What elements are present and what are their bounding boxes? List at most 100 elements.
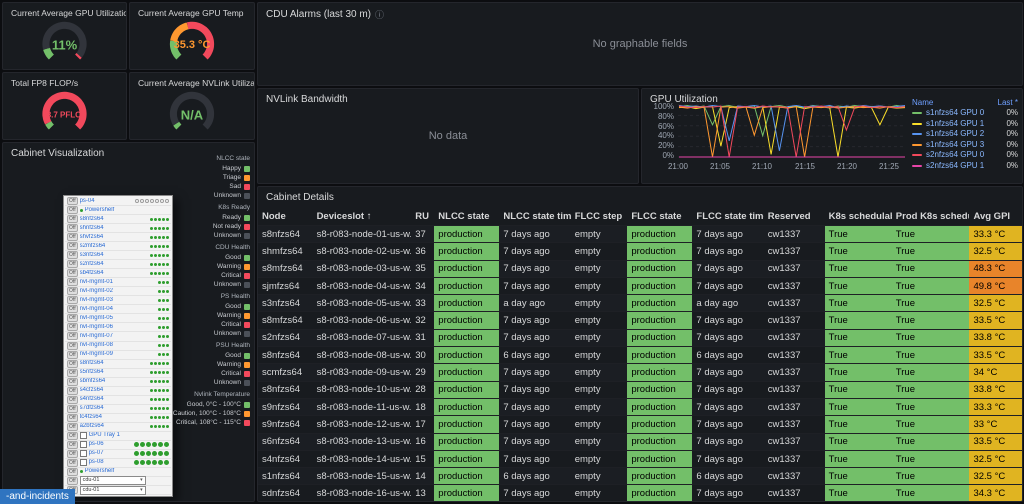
power-toggle[interactable]: Off <box>67 305 78 313</box>
rack-item-link[interactable]: nvl-mgmt-05 <box>80 315 156 322</box>
series-name[interactable]: s2nfzs64 GPU 0 <box>926 150 1002 161</box>
cell-link[interactable]: s8mfzs64 <box>258 312 313 329</box>
rack-item-link[interactable]: Powershelf <box>85 207 169 214</box>
power-toggle[interactable]: Off <box>67 278 78 286</box>
power-toggle[interactable]: Off <box>67 423 78 431</box>
rack-item-link[interactable]: s3nfzs64 <box>80 252 148 259</box>
rack-item-link[interactable]: s2nfzs64 <box>80 261 148 268</box>
power-toggle[interactable]: Off <box>67 369 78 377</box>
power-toggle[interactable]: Off <box>67 450 78 458</box>
power-toggle[interactable]: Off <box>67 441 78 449</box>
time-series-plot[interactable] <box>678 102 906 160</box>
power-toggle[interactable]: Off <box>67 396 78 404</box>
rack-item-link[interactable]: sb4fzs64 <box>80 270 148 277</box>
power-toggle[interactable]: Off <box>67 342 78 350</box>
legend-series-row[interactable]: s1nfzs64 GPU 20% <box>912 129 1018 140</box>
legend-name-header[interactable]: Name <box>912 98 933 107</box>
power-toggle[interactable]: Off <box>67 360 78 368</box>
rack-item-link[interactable]: ps-04 <box>80 198 133 205</box>
legend-item[interactable]: Sad <box>168 182 250 191</box>
legend-item[interactable]: Unknown <box>168 231 250 240</box>
power-toggle[interactable]: Off <box>67 414 78 422</box>
power-toggle[interactable]: Off <box>67 459 78 467</box>
info-icon[interactable]: ⓘ <box>375 8 384 21</box>
power-toggle[interactable]: Off <box>67 260 78 268</box>
power-toggle[interactable]: Off <box>67 477 78 485</box>
rack-item-link[interactable]: ps-07 <box>89 450 132 457</box>
cell-link[interactable]: s8nfzs64 <box>258 226 313 243</box>
power-toggle[interactable]: Off <box>67 269 78 277</box>
checkbox[interactable] <box>80 441 87 448</box>
rack-item-link[interactable]: GPU Tray 1 <box>89 432 169 439</box>
power-toggle[interactable]: Off <box>67 323 78 331</box>
column-header[interactable]: NLCC state time <box>499 207 570 226</box>
rack-item-link[interactable]: ps-08 <box>89 459 132 466</box>
column-header[interactable]: NLCC state <box>434 207 499 226</box>
cell-link[interactable]: s8mfzs64 <box>258 260 313 277</box>
legend-item[interactable]: Happy <box>168 164 250 173</box>
power-toggle[interactable]: Off <box>67 432 78 440</box>
legend-item[interactable]: Good <box>168 253 250 262</box>
cell-link[interactable]: scmfzs64 <box>258 364 313 381</box>
power-toggle[interactable]: Off <box>67 215 78 223</box>
legend-item[interactable]: Not ready <box>168 222 250 231</box>
legend-item[interactable]: Triage <box>168 173 250 182</box>
cell-link[interactable]: s4nfzs64 <box>258 450 313 467</box>
column-header[interactable]: Deviceslot ↑ <box>313 207 412 226</box>
legend-item[interactable]: Unknown <box>168 191 250 200</box>
legend-item[interactable]: Warning <box>168 311 250 320</box>
cell-link[interactable]: s8nfzs64 <box>258 381 313 398</box>
legend-item[interactable]: Unknown <box>168 329 250 338</box>
legend-series-row[interactable]: s1nfzs64 GPU 10% <box>912 119 1018 130</box>
power-toggle[interactable]: Off <box>67 296 78 304</box>
rack-item-link[interactable]: s8nfzs64 <box>80 360 148 367</box>
rack-item-link[interactable]: nvl-mgmt-01 <box>80 279 156 286</box>
cell-link[interactable]: s9nfzs64 <box>258 416 313 433</box>
legend-item[interactable]: Critical, 108°C - 115°C <box>168 418 250 427</box>
legend-item[interactable]: Good, 0°C - 100°C <box>168 400 250 409</box>
legend-series-row[interactable]: s2nfzs64 GPU 00% <box>912 150 1018 161</box>
column-header[interactable]: Avg GPI <box>969 207 1022 226</box>
rack-item-link[interactable]: nvl-mgmt-03 <box>80 297 156 304</box>
power-toggle[interactable]: Off <box>67 251 78 259</box>
cell-link[interactable]: s6nfzs64 <box>258 433 313 450</box>
cell-link[interactable]: s3nfzs64 <box>258 295 313 312</box>
power-toggle[interactable]: Off <box>67 332 78 340</box>
rack-item-link[interactable]: nvl-mgmt-07 <box>80 333 156 340</box>
legend-item[interactable]: Warning <box>168 360 250 369</box>
column-header[interactable]: Node <box>258 207 313 226</box>
status-link[interactable]: -and-incidents <box>0 489 75 504</box>
rack-item-link[interactable]: nvl-mgmt-04 <box>80 306 156 313</box>
column-header[interactable]: K8s schedulable <box>825 207 892 226</box>
power-toggle[interactable]: Off <box>67 197 78 205</box>
legend-item[interactable]: Ready <box>168 213 250 222</box>
column-header[interactable]: FLCC state time <box>692 207 763 226</box>
rack-item-link[interactable]: nvl-mgmt-02 <box>80 288 156 295</box>
rack-item-link[interactable]: s7dfzs64 <box>80 405 148 412</box>
power-toggle[interactable]: Off <box>67 405 78 413</box>
legend-series-row[interactable]: s1nfzs64 GPU 30% <box>912 140 1018 151</box>
power-toggle[interactable]: Off <box>67 287 78 295</box>
rack-item-link[interactable]: nvl-mgmt-06 <box>80 324 156 331</box>
series-name[interactable]: s1nfzs64 GPU 3 <box>926 140 1002 151</box>
power-toggle[interactable]: Off <box>67 351 78 359</box>
column-header[interactable]: Prod K8s schedulable <box>892 207 970 226</box>
legend-series-row[interactable]: s1nfzs64 GPU 00% <box>912 108 1018 119</box>
rack-item-link[interactable]: sbmfzs64 <box>80 378 148 385</box>
series-name[interactable]: s1nfzs64 GPU 0 <box>926 108 1002 119</box>
rack-item-link[interactable]: s8nfzs64 <box>80 216 148 223</box>
cell-link[interactable]: s9nfzs64 <box>258 398 313 415</box>
checkbox[interactable] <box>80 450 87 457</box>
rack-item-link[interactable]: a2bfzs64 <box>80 423 148 430</box>
cell-link[interactable]: sdnfzs64 <box>258 485 313 502</box>
power-toggle[interactable]: Off <box>67 206 78 214</box>
rack-item-link[interactable]: s5nfzs64 <box>80 369 148 376</box>
power-toggle[interactable]: Off <box>67 224 78 232</box>
rack-item-link[interactable]: tc4fzs64 <box>80 414 148 421</box>
rack-item-link[interactable]: nvl-mgmt-09 <box>80 351 156 358</box>
legend-last-header[interactable]: Last * <box>998 98 1018 107</box>
rack-item-link[interactable]: Powershelf <box>85 468 169 475</box>
cell-link[interactable]: s2nfzs64 <box>258 329 313 346</box>
cell-link[interactable]: sjmfzs64 <box>258 277 313 294</box>
legend-series-row[interactable]: s2nfzs64 GPU 10% <box>912 161 1018 172</box>
